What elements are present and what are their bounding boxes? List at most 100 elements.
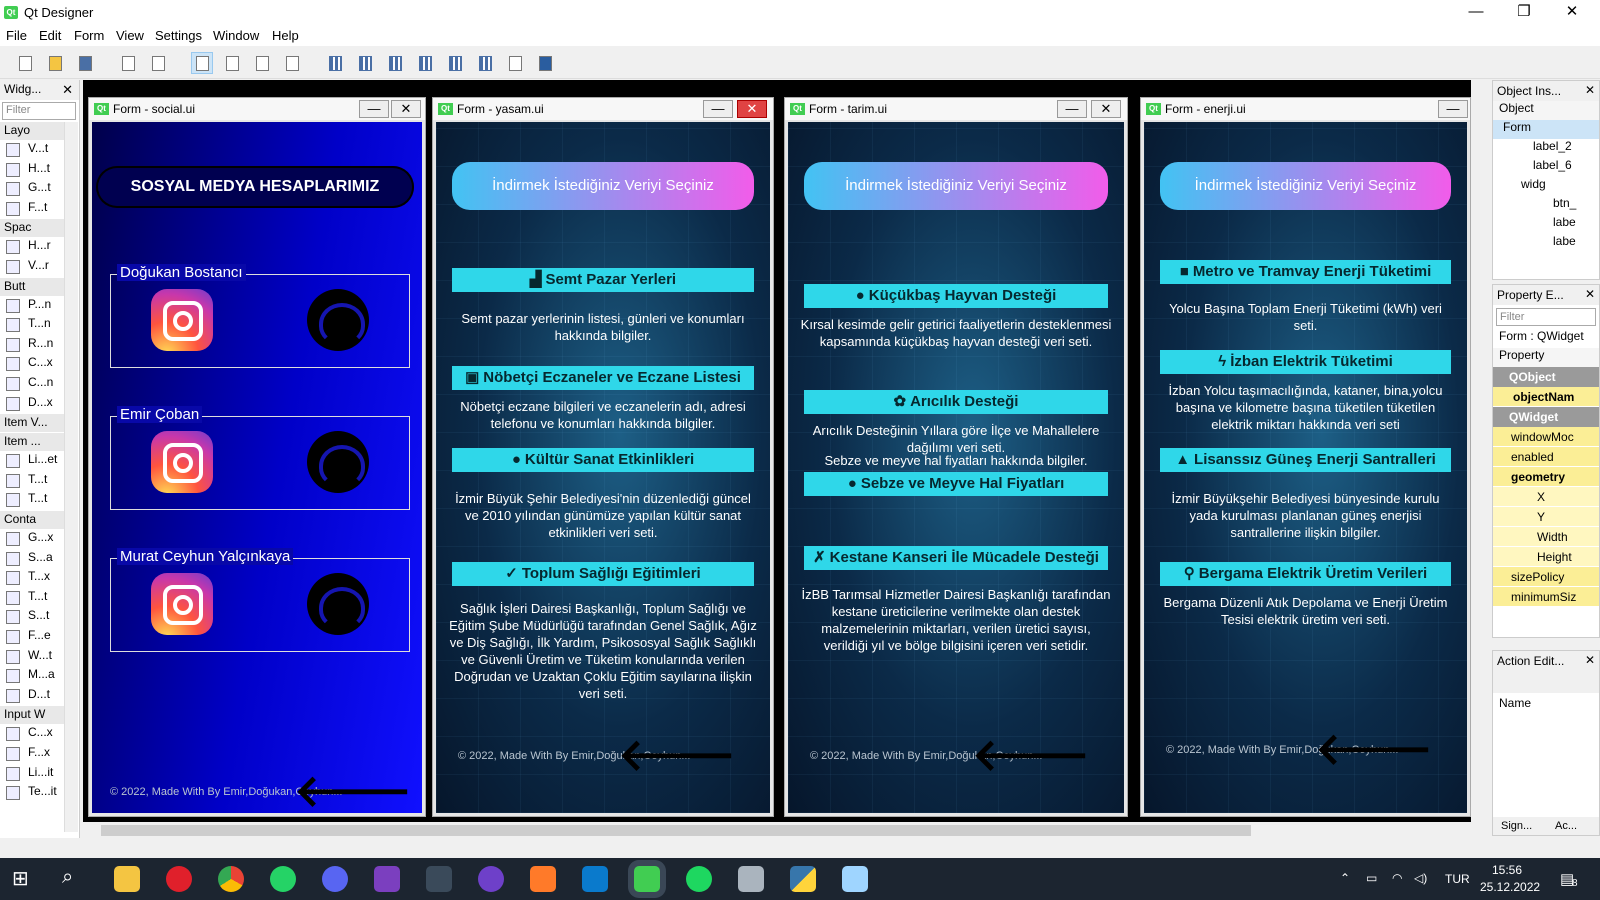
menu-help[interactable]: Help xyxy=(272,28,299,43)
instagram-icon[interactable] xyxy=(151,573,213,635)
widget-item[interactable]: M...a xyxy=(6,667,55,686)
clock-time[interactable]: 15:56 xyxy=(1492,863,1522,877)
widget-item[interactable]: R...n xyxy=(6,336,53,355)
dataset-button[interactable]: ● Sebze ve Meyve Hal Fiyatları xyxy=(804,472,1108,496)
widget-item[interactable]: Te...it xyxy=(6,784,57,803)
widget-item[interactable]: T...t xyxy=(6,589,47,608)
widget-item[interactable]: F...t xyxy=(6,200,47,219)
widget-item[interactable]: T...x xyxy=(6,569,50,588)
menu-edit[interactable]: Edit xyxy=(39,28,61,43)
layout-form-icon[interactable] xyxy=(474,52,496,74)
clock-date[interactable]: 25.12.2022 xyxy=(1480,880,1540,894)
save-icon[interactable] xyxy=(74,52,96,74)
form-enerji[interactable]: Qt Form - enerji.ui — İndirmek İstediğini… xyxy=(1140,97,1471,817)
widget-item[interactable]: W...t xyxy=(6,648,52,667)
widget-item[interactable]: C...n xyxy=(6,375,53,394)
instagram-icon[interactable] xyxy=(151,431,213,493)
database-icon[interactable] xyxy=(738,866,764,892)
dataset-button[interactable]: ▲ Lisanssız Güneş Enerji Santralleri xyxy=(1160,448,1451,472)
form-tarim[interactable]: Qt Form - tarim.ui — ✕ İndirmek İstediğin… xyxy=(784,97,1128,817)
object-tree-item[interactable]: label_2 xyxy=(1493,139,1599,158)
chrome-icon[interactable] xyxy=(218,866,244,892)
maximize-button[interactable]: ❐ xyxy=(1500,0,1548,26)
dataset-button[interactable]: ⚲ Bergama Elektrik Üretim Verileri xyxy=(1160,562,1451,586)
dataset-button[interactable]: ▣ Nöbetçi Eczaneler ve Eczane Listesi xyxy=(452,366,754,390)
widget-filter-input[interactable]: Filter xyxy=(2,102,76,120)
vscode-icon[interactable] xyxy=(582,866,608,892)
spotify-icon[interactable] xyxy=(686,866,712,892)
open-file-icon[interactable] xyxy=(44,52,66,74)
widget-item[interactable]: T...t xyxy=(6,491,47,510)
send-back-icon[interactable] xyxy=(147,52,169,74)
select-data-button[interactable]: İndirmek İstediğiniz Veriyi Seçiniz xyxy=(452,162,754,210)
box-app-icon[interactable] xyxy=(426,866,452,892)
close-icon[interactable]: ✕ xyxy=(62,82,73,98)
widget-item[interactable]: V...t xyxy=(6,141,48,160)
property-row[interactable]: objectNam xyxy=(1493,387,1599,407)
discord-icon[interactable] xyxy=(322,866,348,892)
python-icon[interactable] xyxy=(790,866,816,892)
property-row[interactable]: QObject xyxy=(1493,367,1599,387)
visual-studio-icon[interactable] xyxy=(374,866,400,892)
form-minimize-button[interactable]: — xyxy=(703,100,733,118)
edit-signals-icon[interactable] xyxy=(221,52,243,74)
form-close-button[interactable]: ✕ xyxy=(737,100,767,118)
property-row[interactable]: Width xyxy=(1493,527,1599,547)
widget-item[interactable]: P...n xyxy=(6,297,51,316)
search-icon[interactable]: ⌕ xyxy=(62,866,88,892)
property-row[interactable]: Height xyxy=(1493,547,1599,567)
instagram-icon[interactable] xyxy=(151,289,213,351)
back-arrow-icon[interactable]: 🡐 xyxy=(294,770,412,814)
widget-item[interactable]: T...t xyxy=(6,472,47,491)
widget-category[interactable]: Item ... xyxy=(0,433,64,452)
github-icon[interactable] xyxy=(307,431,369,493)
dataset-button[interactable]: ✿ Arıcılık Desteği xyxy=(804,390,1108,414)
widget-item[interactable]: Li...it xyxy=(6,765,53,784)
object-tree-item[interactable]: labe xyxy=(1493,234,1599,253)
widget-item[interactable]: H...t xyxy=(6,161,50,180)
object-tree-item[interactable]: label_6 xyxy=(1493,158,1599,177)
edit-tab-order-icon[interactable] xyxy=(281,52,303,74)
widget-category[interactable]: Spac xyxy=(0,219,64,238)
qt-designer-taskbar-icon[interactable] xyxy=(634,866,660,892)
widget-item[interactable]: D...t xyxy=(6,687,50,706)
dataset-button[interactable]: ▟ Semt Pazar Yerleri xyxy=(452,268,754,292)
form-yasam[interactable]: Qt Form - yasam.ui — ✕ İndirmek İstediğin… xyxy=(432,97,774,817)
close-icon[interactable]: ✕ xyxy=(1585,83,1595,97)
back-arrow-icon[interactable]: 🡐 xyxy=(618,734,736,778)
object-tree-item[interactable]: Form xyxy=(1493,120,1599,139)
widget-category[interactable]: Butt xyxy=(0,277,64,296)
postman-icon[interactable] xyxy=(530,866,556,892)
widget-item[interactable]: F...x xyxy=(6,745,50,764)
close-icon[interactable]: ✕ xyxy=(1585,287,1595,301)
property-row[interactable]: minimumSiz xyxy=(1493,587,1599,607)
dataset-button[interactable]: ✗ Kestane Kanseri İle Mücadele Desteği xyxy=(804,546,1108,570)
widget-box-scrollbar[interactable] xyxy=(64,122,78,832)
tab-signal-slot[interactable]: Sign... xyxy=(1501,820,1532,832)
menu-form[interactable]: Form xyxy=(74,28,104,43)
widget-item[interactable]: V...r xyxy=(6,258,49,277)
widget-item[interactable]: S...t xyxy=(6,608,49,627)
widget-item[interactable]: G...x xyxy=(6,530,53,549)
widget-item[interactable]: T...n xyxy=(6,316,51,335)
form-social[interactable]: Qt Form - social.ui — ✕ SOSYAL MEDYA HESA… xyxy=(88,97,426,817)
notes-icon[interactable] xyxy=(842,866,868,892)
opera-icon[interactable] xyxy=(166,866,192,892)
widget-item[interactable]: Li...et xyxy=(6,452,57,471)
property-filter-input[interactable]: Filter xyxy=(1496,308,1596,326)
new-file-icon[interactable] xyxy=(14,52,36,74)
property-row[interactable]: Y xyxy=(1493,507,1599,527)
edit-widgets-icon[interactable] xyxy=(191,52,213,74)
tray-chevron-icon[interactable]: ⌃ xyxy=(1340,871,1350,885)
widget-item[interactable]: C...x xyxy=(6,355,53,374)
select-data-button[interactable]: İndirmek İstediğiniz Veriyi Seçiniz xyxy=(1160,162,1451,210)
widget-category[interactable]: Input W xyxy=(0,706,64,725)
battery-icon[interactable]: ▭ xyxy=(1366,871,1377,885)
object-tree-item[interactable]: btn_ xyxy=(1493,196,1599,215)
widget-item[interactable]: F...e xyxy=(6,628,51,647)
back-arrow-icon[interactable]: 🡐 xyxy=(1315,728,1433,772)
close-icon[interactable]: ✕ xyxy=(1585,653,1595,667)
wifi-icon[interactable]: ◠ xyxy=(1392,871,1402,885)
property-row[interactable]: geometry xyxy=(1493,467,1599,487)
file-explorer-icon[interactable] xyxy=(114,866,140,892)
